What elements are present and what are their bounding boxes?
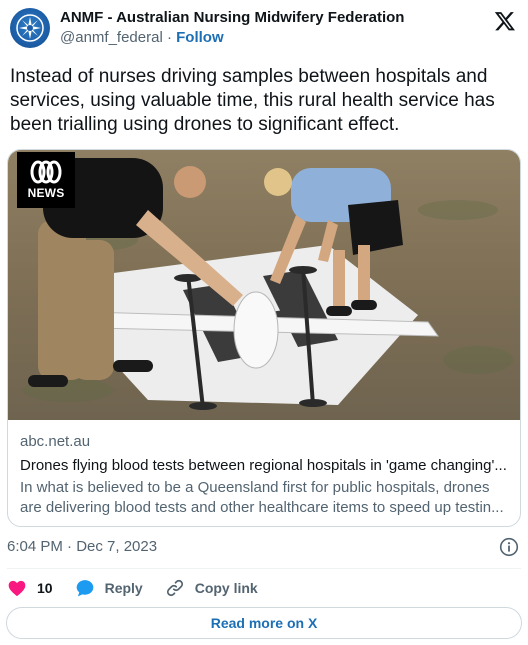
avatar[interactable] bbox=[10, 8, 50, 48]
separator-dot: · bbox=[166, 29, 172, 46]
reply-button[interactable]: Reply bbox=[75, 578, 143, 598]
card-meta: abc.net.au Drones flying blood tests bet… bbox=[20, 432, 514, 518]
tweet-header: ANMF - Australian Nursing Midwifery Fede… bbox=[10, 8, 518, 48]
like-count: 10 bbox=[37, 580, 53, 596]
like-button[interactable]: 10 bbox=[7, 578, 53, 598]
card-title[interactable]: Drones flying blood tests between region… bbox=[20, 456, 514, 476]
tweet-text: Instead of nurses driving samples betwee… bbox=[10, 66, 495, 135]
author-block: ANMF - Australian Nursing Midwifery Fede… bbox=[60, 8, 404, 48]
action-bar: 10 Reply Copy link bbox=[7, 576, 280, 600]
card-domain[interactable]: abc.net.au bbox=[20, 432, 514, 452]
card-description: In what is believed to be a Queensland f… bbox=[20, 479, 504, 516]
copy-link-button[interactable]: Copy link bbox=[165, 578, 258, 598]
card-image[interactable]: NEWS bbox=[8, 150, 520, 420]
link-icon bbox=[166, 579, 183, 597]
drone-photo bbox=[8, 150, 520, 420]
author-subline: @anmf_federal · Follow bbox=[60, 28, 404, 48]
author-handle[interactable]: @anmf_federal bbox=[60, 29, 163, 46]
info-icon[interactable] bbox=[499, 537, 519, 557]
reply-bubble-icon bbox=[76, 580, 93, 597]
tweet-timestamp[interactable]: 6:04 PM · Dec 7, 2023 bbox=[7, 537, 157, 557]
follow-button[interactable]: Follow bbox=[176, 29, 224, 46]
copy-link-label: Copy link bbox=[194, 580, 258, 596]
heart-icon bbox=[8, 580, 26, 596]
abc-news-label: NEWS bbox=[27, 186, 65, 200]
x-logo-icon[interactable] bbox=[494, 10, 516, 32]
anmf-logo-icon bbox=[16, 14, 44, 42]
reply-label: Reply bbox=[104, 580, 143, 596]
read-more-button[interactable]: Read more on X bbox=[6, 607, 522, 639]
abc-news-badge: NEWS bbox=[17, 152, 75, 208]
author-display-name[interactable]: ANMF - Australian Nursing Midwifery Fede… bbox=[60, 8, 404, 28]
abc-logo-icon bbox=[30, 160, 62, 184]
link-card[interactable]: NEWS abc.net.au Drones flying blood test… bbox=[7, 149, 521, 527]
divider bbox=[7, 568, 521, 569]
